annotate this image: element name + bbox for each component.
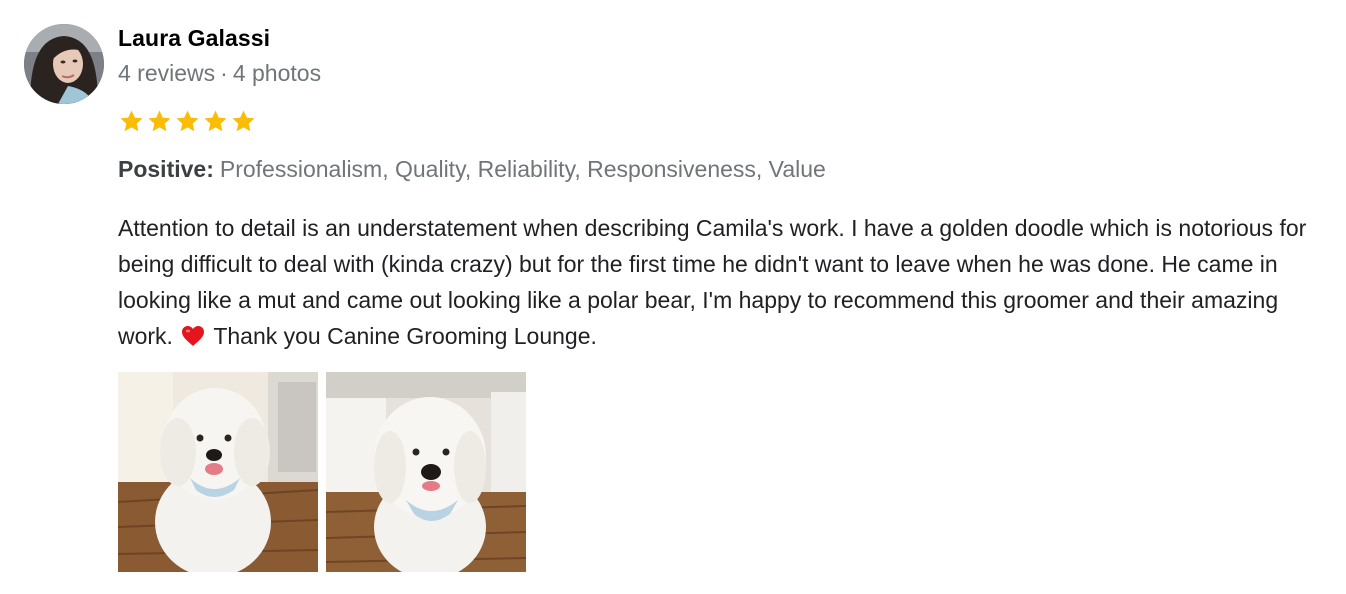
red-heart-icon [182,326,205,346]
profile-photo-icon [24,24,104,104]
dog-photo-icon [326,372,526,572]
author-name[interactable]: Laura Galassi [118,25,270,52]
review-attributes: Positive: Professionalism, Quality, Relia… [118,156,826,183]
dog-photo-icon [118,372,318,572]
meta-separator: · [220,60,228,86]
review-photo-1[interactable] [118,372,318,572]
review-card: Laura Galassi 4 reviews · 4 photos Positiv… [0,0,1346,594]
star-icon [176,110,199,132]
review-photos [118,372,526,572]
review-text-closing: Thank you Canine Grooming Lounge. [213,323,597,349]
avatar[interactable] [24,24,104,104]
author-meta: 4 reviews · 4 photos [118,60,321,87]
star-icon [204,110,227,132]
review-photo-2[interactable] [326,372,526,572]
review-text: Attention to detail is an understatement… [118,210,1333,354]
review-count: 4 reviews [118,60,216,86]
attributes-label: Positive: [118,156,214,182]
star-icon [148,110,171,132]
star-icon [120,110,143,132]
star-icon [232,110,255,132]
attributes-values: Professionalism, Quality, Reliability, R… [219,156,826,182]
star-rating [118,108,257,135]
photo-count: 4 photos [232,60,322,86]
